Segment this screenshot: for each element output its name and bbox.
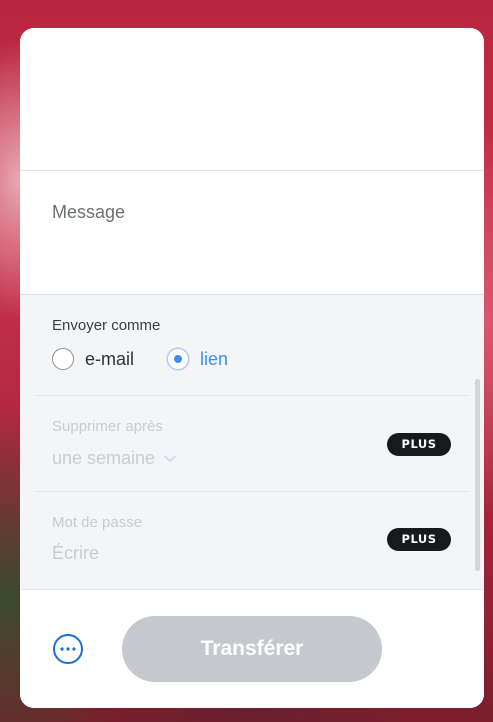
delete-after-label: Supprimer après <box>52 418 163 435</box>
radio-link[interactable] <box>167 348 190 370</box>
delete-after-select[interactable]: une semaine <box>52 448 176 469</box>
more-horizontal-icon <box>60 647 76 651</box>
transfer-options: Envoyer comme e-mail lien Supprimer aprè… <box>20 295 484 590</box>
more-options-button[interactable] <box>53 634 83 664</box>
password-input[interactable]: Écrire <box>52 543 99 564</box>
divider <box>36 491 468 492</box>
radio-email[interactable] <box>52 348 74 370</box>
radio-option-email[interactable]: e-mail <box>52 348 134 370</box>
scrollbar[interactable] <box>475 379 480 571</box>
divider <box>36 395 468 396</box>
password-plus-badge: PLUS <box>387 528 451 551</box>
delete-after-value: une semaine <box>52 448 156 468</box>
radio-link-label[interactable]: lien <box>200 349 228 370</box>
radio-email-label[interactable]: e-mail <box>85 349 134 370</box>
send-as-label: Envoyer comme <box>52 317 161 334</box>
transfer-panel: Message Envoyer comme e-mail lien Suppri… <box>20 28 484 708</box>
footer: Transférer <box>20 590 484 708</box>
upload-area[interactable] <box>20 28 484 171</box>
radio-option-link[interactable]: lien <box>167 348 228 370</box>
send-as-radio-group: e-mail lien <box>52 344 228 374</box>
transfer-button[interactable]: Transférer <box>122 616 382 682</box>
message-field[interactable]: Message <box>20 171 484 295</box>
message-placeholder: Message <box>52 202 126 222</box>
delete-after-plus-badge: PLUS <box>387 433 451 456</box>
chevron-down-icon <box>164 455 176 462</box>
password-label: Mot de passe <box>52 514 143 531</box>
